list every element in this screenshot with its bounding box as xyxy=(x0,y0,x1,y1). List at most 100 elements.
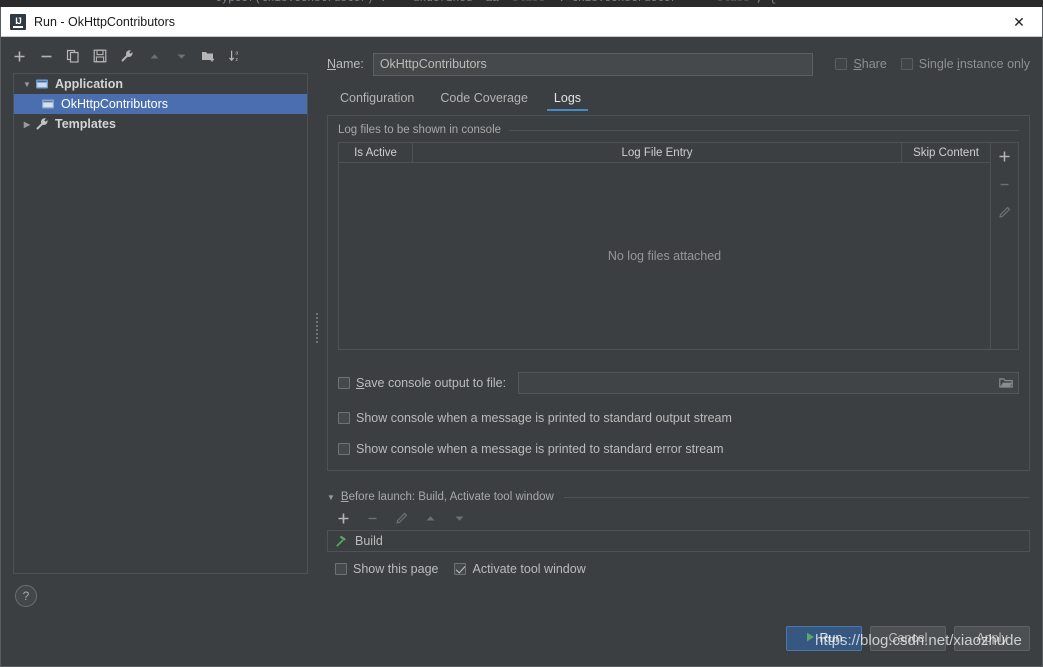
save-icon[interactable] xyxy=(92,48,108,64)
splitter-grip-icon xyxy=(315,312,319,343)
editor-background-strip: typeof(this.constructor) !== 'undefined'… xyxy=(0,0,1043,7)
show-console-stdout-row: Show console when a message is printed t… xyxy=(338,411,1019,425)
save-console-output-row: Save console output to file: xyxy=(338,372,1019,394)
group-divider xyxy=(509,129,1019,131)
dialog-footer: Run Cancel Apply xyxy=(1,618,1042,666)
run-configurations-dialog: IJ Run - OkHttpContributors ✕ a z ▼ Appl… xyxy=(0,7,1043,667)
tree-item-label: Templates xyxy=(55,117,116,131)
tree-item-application[interactable]: ▼ Application xyxy=(14,74,307,94)
plus-icon[interactable] xyxy=(11,48,27,64)
tab-logs[interactable]: Logs xyxy=(541,91,594,111)
before-launch-task-list[interactable]: Build xyxy=(327,530,1030,552)
save-console-path-input[interactable] xyxy=(518,372,1019,394)
arrow-up-icon xyxy=(146,48,162,64)
share-checkbox[interactable]: Share xyxy=(835,57,887,71)
save-console-output-label: Save console output to file: xyxy=(356,376,507,390)
before-launch-options: Show this page Activate tool window xyxy=(327,562,1030,576)
configuration-editor-pane: Name: Share Single instance only Configu… xyxy=(321,37,1042,618)
single-instance-checkbox[interactable]: Single instance only xyxy=(900,57,1030,71)
checkbox-box xyxy=(454,563,467,575)
before-launch-toolbar xyxy=(327,506,1030,530)
help-row: ? xyxy=(1,574,313,618)
background-code-text: typeof(this.constructor) !== 'undefined'… xyxy=(215,0,776,5)
chevron-right-icon[interactable]: ▶ xyxy=(20,120,34,129)
run-button-label: Run xyxy=(819,631,843,645)
checkbox-box xyxy=(835,58,848,70)
activate-tool-window-label: Activate tool window xyxy=(472,562,586,576)
name-input[interactable] xyxy=(372,52,814,76)
show-this-page-checkbox[interactable]: Show this page xyxy=(335,562,438,576)
tab-configuration[interactable]: Configuration xyxy=(327,91,427,111)
arrow-up-icon xyxy=(422,510,438,526)
configurations-tree[interactable]: ▼ Application OkHttpContributors ▶ Templ… xyxy=(13,73,308,574)
help-button[interactable]: ? xyxy=(15,585,37,607)
dialog-title: Run - OkHttpContributors xyxy=(34,14,176,29)
apply-button[interactable]: Apply xyxy=(954,625,1030,651)
folder-add-icon[interactable] xyxy=(200,48,216,64)
tree-item-label: Application xyxy=(55,77,124,91)
activate-tool-window-checkbox[interactable]: Activate tool window xyxy=(454,562,586,576)
intellij-idea-icon: IJ xyxy=(10,13,26,30)
chevron-down-icon[interactable]: ▼ xyxy=(327,493,335,502)
folder-icon[interactable] xyxy=(999,377,1013,389)
tree-item-okhttpcontributors[interactable]: OkHttpContributors xyxy=(14,94,307,114)
checkbox-box xyxy=(338,377,350,389)
log-files-group-header: Log files to be shown in console xyxy=(338,124,1019,136)
column-header-skip-content[interactable]: Skip Content xyxy=(902,143,990,162)
log-files-group-title: Log files to be shown in console xyxy=(338,124,502,136)
name-row: Name: Share Single instance only xyxy=(327,47,1030,81)
cancel-button[interactable]: Cancel xyxy=(870,625,946,651)
checkbox-box xyxy=(338,443,350,455)
application-icon xyxy=(34,76,50,92)
show-console-stderr-checkbox[interactable]: Show console when a message is printed t… xyxy=(338,442,724,456)
tab-code-coverage[interactable]: Code Coverage xyxy=(427,91,541,111)
tree-item-templates[interactable]: ▶ Templates xyxy=(14,114,307,134)
single-instance-label: Single instance only xyxy=(918,57,1030,71)
configuration-tabs: Configuration Code Coverage Logs xyxy=(327,83,1030,111)
play-icon xyxy=(806,631,815,645)
dialog-body: az ▼ Application OkHttpContributors ▶ Te… xyxy=(1,37,1042,618)
share-label: Share xyxy=(853,57,887,71)
name-options: Share Single instance only xyxy=(835,57,1030,71)
log-files-table-header: Is Active Log File Entry Skip Content xyxy=(339,143,990,163)
before-launch-section: ▼ Before launch: Build, Activate tool wi… xyxy=(327,491,1030,576)
checkbox-box xyxy=(338,412,350,424)
close-icon[interactable]: ✕ xyxy=(1002,9,1036,35)
before-launch-task-label: Build xyxy=(355,534,383,548)
show-console-stdout-checkbox[interactable]: Show console when a message is printed t… xyxy=(338,411,732,425)
logs-tab-panel: Log files to be shown in console Is Acti… xyxy=(327,115,1030,471)
before-launch-title: Before launch: Build, Activate tool wind… xyxy=(340,491,554,503)
chevron-down-icon[interactable]: ▼ xyxy=(20,80,34,89)
run-button[interactable]: Run xyxy=(786,625,862,651)
show-console-stdout-label: Show console when a message is printed t… xyxy=(356,411,732,425)
pane-splitter[interactable] xyxy=(313,37,321,618)
before-launch-header[interactable]: ▼ Before launch: Build, Activate tool wi… xyxy=(327,491,1030,503)
arrow-down-icon xyxy=(451,510,467,526)
name-label: Name: xyxy=(327,57,364,71)
checkbox-box xyxy=(900,58,913,70)
log-files-empty-state: No log files attached xyxy=(339,163,990,349)
column-header-is-active[interactable]: Is Active xyxy=(339,143,413,162)
copy-icon[interactable] xyxy=(65,48,81,64)
log-files-table-main: Is Active Log File Entry Skip Content No… xyxy=(339,143,990,349)
column-header-log-file-entry[interactable]: Log File Entry xyxy=(413,143,902,162)
plus-icon[interactable] xyxy=(996,147,1014,165)
sort-alpha-icon[interactable]: az xyxy=(227,48,243,64)
show-console-stderr-label: Show console when a message is printed t… xyxy=(356,442,724,456)
tree-item-label: OkHttpContributors xyxy=(61,97,168,111)
log-files-table[interactable]: Is Active Log File Entry Skip Content No… xyxy=(338,142,1019,350)
minus-icon xyxy=(996,175,1014,193)
wrench-icon[interactable] xyxy=(119,48,135,64)
pencil-icon xyxy=(996,203,1014,221)
save-console-output-checkbox[interactable]: Save console output to file: xyxy=(338,376,506,390)
pencil-icon xyxy=(393,510,409,526)
build-hammer-icon xyxy=(334,533,350,549)
configurations-pane: az ▼ Application OkHttpContributors ▶ Te… xyxy=(1,37,313,618)
minus-icon[interactable] xyxy=(38,48,54,64)
svg-text:z: z xyxy=(235,57,238,63)
show-this-page-label: Show this page xyxy=(353,562,439,576)
arrow-down-icon xyxy=(173,48,189,64)
group-divider xyxy=(563,496,1030,498)
minus-icon xyxy=(364,510,380,526)
plus-icon[interactable] xyxy=(335,510,351,526)
